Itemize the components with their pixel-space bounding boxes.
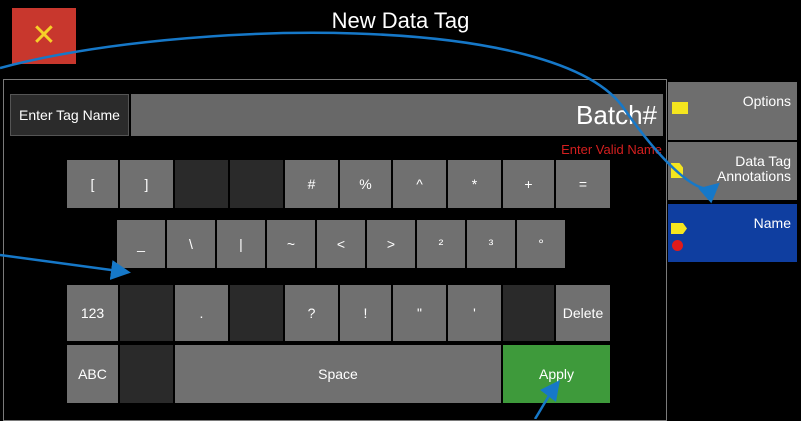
page-title: New Data Tag: [331, 8, 470, 33]
key-single-quote[interactable]: ': [448, 285, 501, 341]
sidebar-item-label: Name: [753, 215, 791, 231]
error-icon: [672, 240, 683, 251]
apply-button[interactable]: Apply: [503, 345, 610, 403]
tag-name-input[interactable]: Batch#: [131, 94, 663, 136]
key-underscore[interactable]: _: [117, 220, 165, 268]
key-letters-mode[interactable]: ABC: [67, 345, 118, 403]
key-blank[interactable]: [175, 160, 228, 208]
space-key[interactable]: Space: [175, 345, 501, 403]
key-tilde[interactable]: ~: [267, 220, 315, 268]
key-period[interactable]: .: [175, 285, 228, 341]
key-equals[interactable]: =: [556, 160, 610, 208]
key-superscript-two[interactable]: ²: [417, 220, 465, 268]
key-asterisk[interactable]: *: [448, 160, 501, 208]
comment-icon: [672, 102, 688, 114]
sidebar-item-annotations[interactable]: Data Tag Annotations: [668, 142, 797, 200]
key-double-quote[interactable]: ": [393, 285, 446, 341]
key-blank[interactable]: [503, 285, 554, 341]
key-close-bracket[interactable]: ]: [120, 160, 173, 208]
tag-icon: [671, 223, 687, 234]
key-plus[interactable]: +: [503, 160, 554, 208]
key-percent[interactable]: %: [340, 160, 391, 208]
key-open-bracket[interactable]: [: [67, 160, 118, 208]
key-pipe[interactable]: |: [217, 220, 265, 268]
key-degree[interactable]: °: [517, 220, 565, 268]
key-blank[interactable]: [120, 345, 173, 403]
key-exclamation[interactable]: !: [340, 285, 391, 341]
key-less-than[interactable]: <: [317, 220, 365, 268]
key-blank[interactable]: [230, 160, 283, 208]
sidebar-item-name[interactable]: Name: [668, 204, 797, 262]
key-hash[interactable]: #: [285, 160, 338, 208]
document-icon: [671, 163, 683, 178]
validation-error: Enter Valid Name: [561, 142, 662, 157]
sidebar-item-label: Options: [742, 93, 791, 109]
key-blank[interactable]: [120, 285, 173, 341]
tag-name-label: Enter Tag Name: [10, 94, 129, 136]
sidebar-item-options[interactable]: Options: [668, 82, 797, 140]
key-greater-than[interactable]: >: [367, 220, 415, 268]
key-backslash[interactable]: \: [167, 220, 215, 268]
key-numbers-mode[interactable]: 123: [67, 285, 118, 341]
key-superscript-three[interactable]: ³: [467, 220, 515, 268]
sidebar-item-label: Data Tag Annotations: [717, 153, 791, 184]
delete-key[interactable]: Delete: [556, 285, 610, 341]
key-caret[interactable]: ^: [393, 160, 446, 208]
key-blank[interactable]: [230, 285, 283, 341]
key-question[interactable]: ?: [285, 285, 338, 341]
